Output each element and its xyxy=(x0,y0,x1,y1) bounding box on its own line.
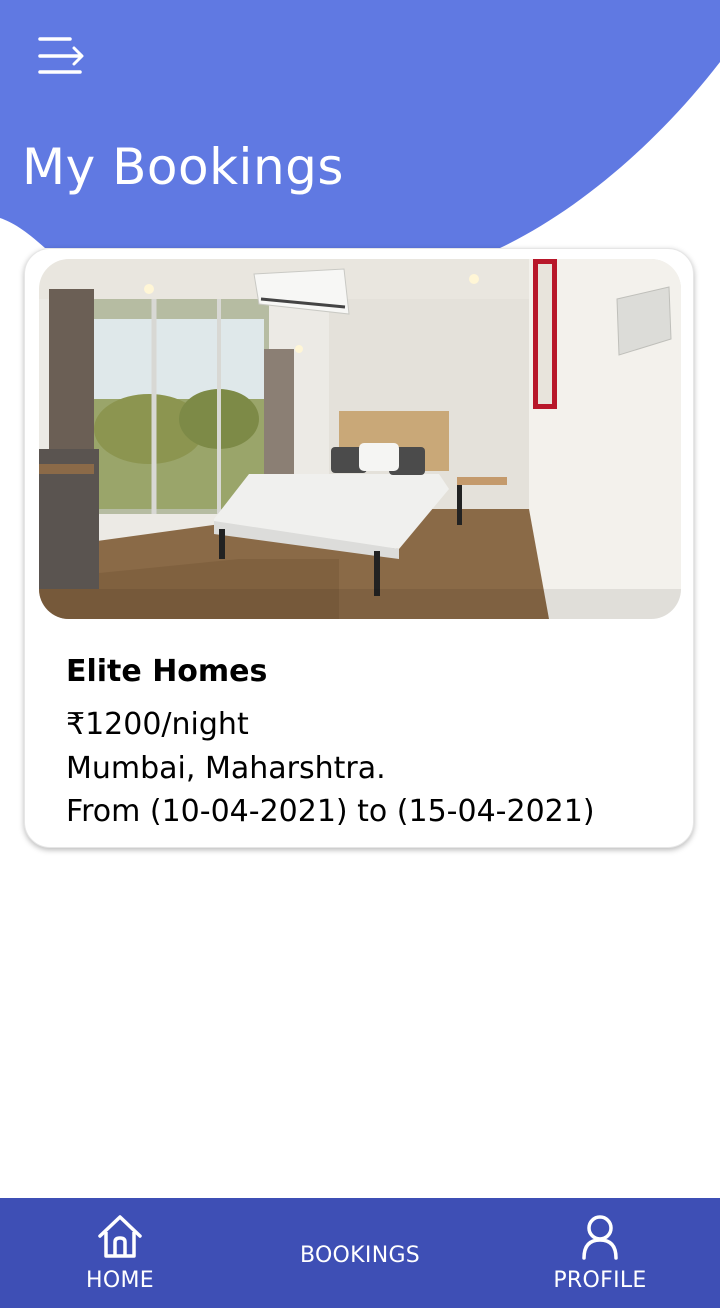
booking-card[interactable]: Elite Homes ₹1200/night Mumbai, Maharsht… xyxy=(24,248,694,848)
hotel-name: Elite Homes xyxy=(66,654,268,689)
menu-arrow-icon xyxy=(38,37,84,74)
person-icon xyxy=(580,1214,620,1265)
nav-profile[interactable]: PROFILE xyxy=(540,1198,660,1308)
nav-profile-label: PROFILE xyxy=(553,1268,647,1293)
menu-button[interactable] xyxy=(36,34,88,78)
nav-home-label: HOME xyxy=(86,1268,154,1293)
nav-bookings-label: BOOKINGS xyxy=(299,1243,421,1268)
nav-home[interactable]: HOME xyxy=(60,1198,180,1308)
header-background xyxy=(0,0,720,248)
booking-dates: From (10-04-2021) to (15-04-2021) xyxy=(66,794,595,829)
home-icon xyxy=(98,1214,142,1265)
location-text: Mumbai, Maharshtra. xyxy=(66,751,386,786)
nav-bookings[interactable]: BOOKINGS xyxy=(280,1198,440,1308)
page-title: My Bookings xyxy=(22,138,344,196)
hotel-room-photo xyxy=(39,259,681,619)
price-text: ₹1200/night xyxy=(66,707,249,742)
bottom-navigation: HOME BOOKINGS PROFILE xyxy=(0,1198,720,1308)
